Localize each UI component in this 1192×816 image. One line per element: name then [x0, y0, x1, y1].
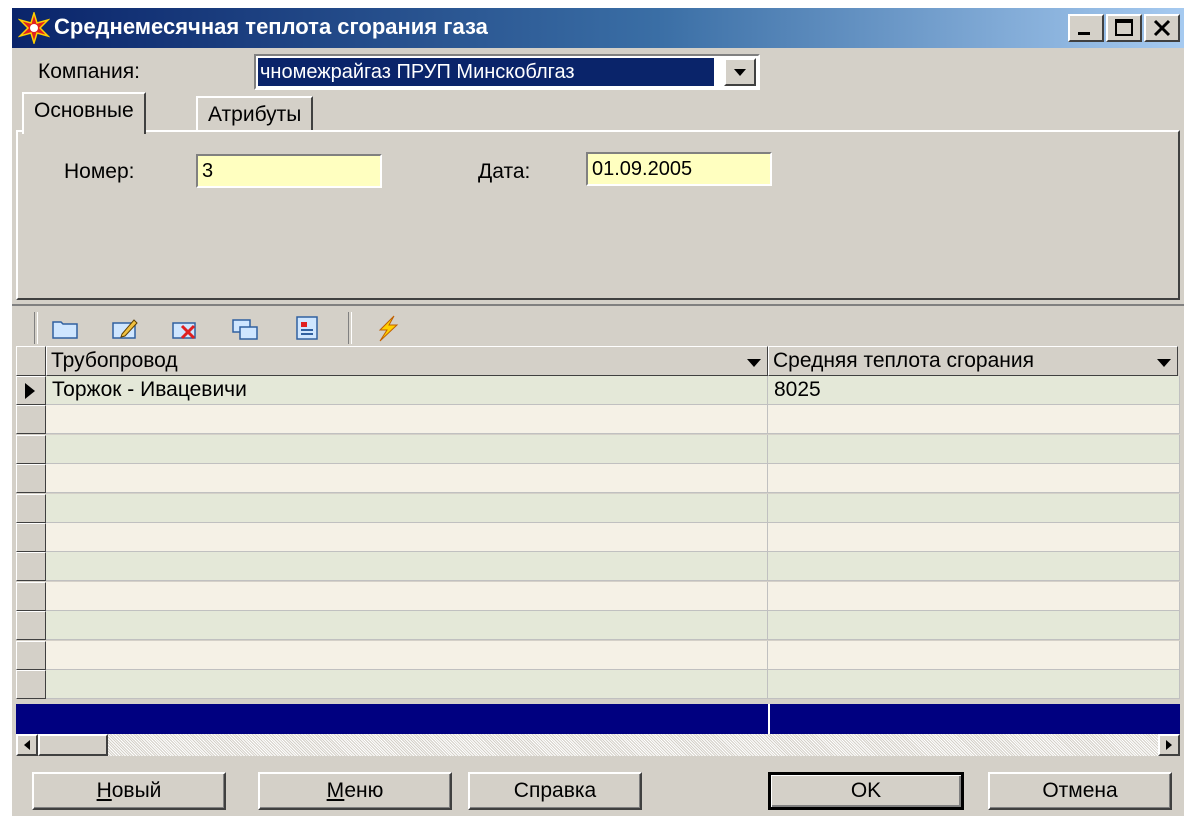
delete-record-icon[interactable]	[170, 314, 200, 342]
arrow-right-icon	[1166, 740, 1172, 750]
cell-heat[interactable]	[768, 464, 1180, 493]
dialog-window: Среднемесячная теплота сгорания газа Ком…	[12, 8, 1184, 816]
row-indicator[interactable]	[16, 552, 46, 581]
cell-heat[interactable]	[768, 611, 1180, 640]
execute-icon[interactable]	[372, 314, 402, 342]
minimize-button[interactable]	[1068, 14, 1104, 42]
new-button-label: овый	[111, 779, 162, 802]
cell-pipeline[interactable]	[46, 405, 768, 434]
row-indicator[interactable]	[16, 464, 46, 493]
scroll-thumb[interactable]	[38, 734, 108, 756]
row-indicator[interactable]	[16, 376, 46, 405]
toolbar-separator	[34, 312, 38, 344]
cell-pipeline[interactable]	[46, 582, 768, 611]
cell-pipeline[interactable]	[46, 523, 768, 552]
row-indicator[interactable]	[16, 641, 46, 670]
cancel-button[interactable]: Отмена	[988, 772, 1172, 810]
number-label: Номер:	[64, 160, 135, 183]
tab-attributes[interactable]: Атрибуты	[196, 96, 314, 132]
row-indicator[interactable]	[16, 523, 46, 552]
tab-main[interactable]: Основные	[22, 92, 146, 134]
new-button-mnemonic: Н	[96, 779, 112, 802]
edit-record-icon[interactable]	[110, 314, 140, 342]
cell-heat[interactable]: 8025	[768, 376, 1180, 405]
pipeline-grid[interactable]: Трубопровод Средняя теплота сгорания Тор…	[16, 346, 1180, 740]
title-bar[interactable]: Среднемесячная теплота сгорания газа	[12, 8, 1184, 48]
date-label: Дата:	[478, 160, 531, 183]
cell-heat[interactable]	[768, 494, 1180, 523]
row-indicator[interactable]	[16, 611, 46, 640]
row-indicator[interactable]	[16, 435, 46, 464]
chevron-down-icon	[734, 69, 746, 76]
properties-icon[interactable]	[292, 314, 322, 342]
grid-corner	[16, 346, 46, 376]
cell-heat[interactable]	[768, 670, 1180, 699]
cell-pipeline[interactable]	[46, 494, 768, 523]
number-field[interactable]: 3	[196, 154, 382, 188]
row-indicator[interactable]	[16, 405, 46, 434]
app-star-icon	[18, 12, 50, 44]
date-field[interactable]: 01.09.2005	[586, 152, 772, 186]
company-value: чномежрайгаз ПРУП Минскоблгаз	[258, 58, 714, 86]
close-button[interactable]	[1144, 14, 1180, 42]
copy-record-icon[interactable]	[230, 314, 260, 342]
current-row-arrow-icon	[25, 383, 35, 399]
minimize-icon	[1078, 32, 1090, 35]
grid-summary-row	[16, 704, 1180, 734]
company-label: Компания:	[38, 60, 140, 83]
company-dropdown-button[interactable]	[724, 58, 756, 86]
arrow-left-icon	[24, 740, 30, 750]
ok-button[interactable]: OK	[768, 772, 964, 810]
maximize-button[interactable]	[1106, 14, 1142, 42]
grid-toolbar	[12, 304, 1184, 348]
cell-heat[interactable]	[768, 523, 1180, 552]
row-indicator[interactable]	[16, 670, 46, 699]
cell-heat[interactable]	[768, 641, 1180, 670]
cell-pipeline[interactable]	[46, 435, 768, 464]
cell-pipeline[interactable]	[46, 611, 768, 640]
cell-pipeline[interactable]	[46, 552, 768, 581]
sort-arrow-icon[interactable]	[747, 359, 761, 367]
column-header-pipeline[interactable]: Трубопровод	[46, 346, 768, 376]
help-button[interactable]: Справка	[468, 772, 642, 810]
cell-pipeline[interactable]: Торжок - Ивацевичи	[46, 376, 768, 405]
company-combobox[interactable]: чномежрайгаз ПРУП Минскоблгаз	[254, 54, 760, 90]
cell-heat[interactable]	[768, 552, 1180, 581]
menu-button-label: еню	[344, 779, 384, 802]
cell-pipeline[interactable]	[46, 670, 768, 699]
new-record-icon[interactable]	[50, 314, 80, 342]
cell-pipeline[interactable]	[46, 464, 768, 493]
column-header-pipeline-label: Трубопровод	[51, 349, 178, 372]
maximize-icon	[1115, 19, 1133, 36]
column-header-heat-label: Средняя теплота сгорания	[773, 349, 1034, 372]
tab-panel-main: Номер: 3 Дата: 01.09.2005	[16, 130, 1180, 300]
close-icon	[1153, 19, 1171, 37]
toolbar-separator	[348, 312, 352, 344]
cell-pipeline[interactable]	[46, 641, 768, 670]
row-indicator[interactable]	[16, 494, 46, 523]
scroll-left-button[interactable]	[16, 734, 38, 756]
window-title: Среднемесячная теплота сгорания газа	[54, 14, 488, 39]
new-button[interactable]: Новый	[32, 772, 226, 810]
column-header-heat[interactable]: Средняя теплота сгорания	[768, 346, 1178, 376]
sort-arrow-icon[interactable]	[1157, 359, 1171, 367]
row-indicator[interactable]	[16, 582, 46, 611]
menu-button-mnemonic: М	[326, 779, 345, 802]
cell-heat[interactable]	[768, 405, 1180, 434]
cell-heat[interactable]	[768, 435, 1180, 464]
cell-heat[interactable]	[768, 582, 1180, 611]
scroll-right-button[interactable]	[1158, 734, 1180, 756]
horizontal-scrollbar[interactable]	[16, 734, 1180, 756]
menu-button[interactable]: Меню	[258, 772, 452, 810]
